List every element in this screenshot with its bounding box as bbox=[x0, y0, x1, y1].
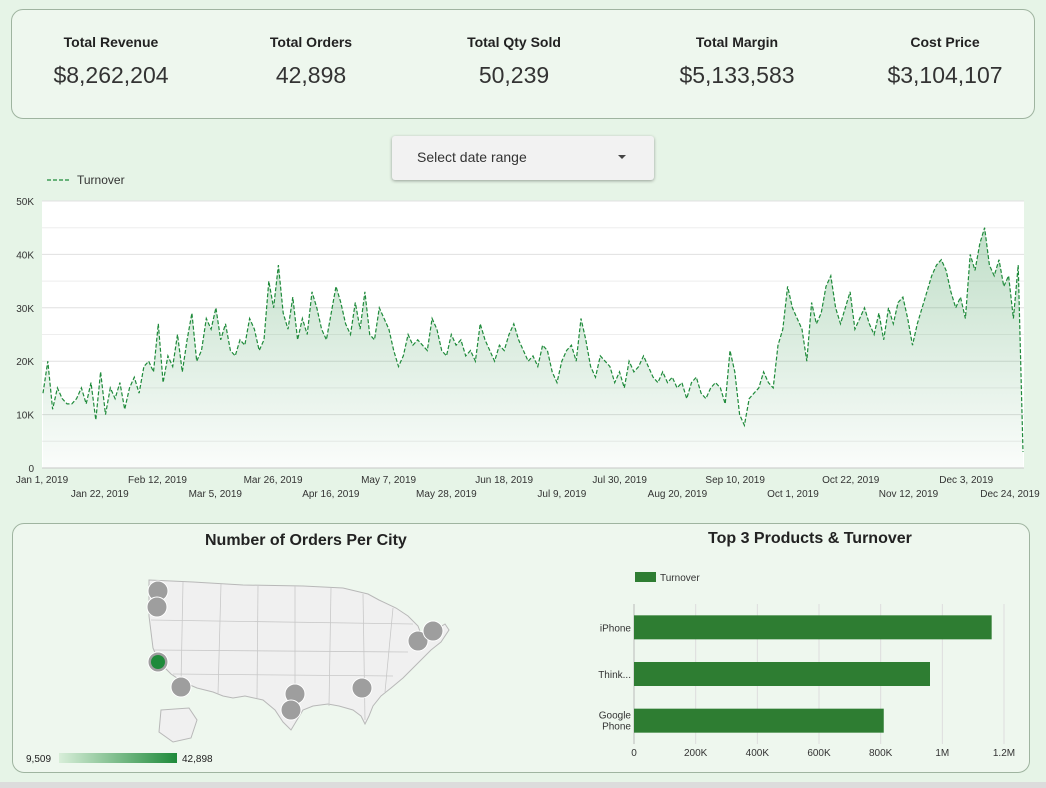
x-tick-label: May 28, 2019 bbox=[416, 489, 477, 500]
chevron-down-icon bbox=[618, 155, 626, 159]
turnover-line-chart: 010K20K30K40K50KJan 1, 2019 Feb 12, 2019 M… bbox=[16, 173, 1040, 500]
kpi-label: Total Orders bbox=[269, 34, 353, 50]
y-tick-label: 0 bbox=[28, 464, 34, 475]
category-label: iPhone bbox=[600, 623, 632, 634]
x-tick-label: 600K bbox=[807, 748, 831, 759]
x-tick-label: Jul 30, 2019 bbox=[592, 475, 647, 486]
kpi-total-margin: Total Margin $5,133,583 bbox=[652, 34, 822, 89]
x-tick-label: 400K bbox=[746, 748, 770, 759]
x-tick-label: Aug 20, 2019 bbox=[648, 489, 708, 500]
kpi-cost-price: Cost Price $3,104,107 bbox=[860, 34, 1030, 89]
date-range-label: Select date range bbox=[417, 149, 527, 165]
x-tick-label: Dec 24, 2019 bbox=[980, 489, 1040, 500]
x-tick-label: Sep 10, 2019 bbox=[705, 475, 765, 486]
x-tick-label: Apr 16, 2019 bbox=[302, 489, 360, 500]
y-tick-label: 10K bbox=[16, 411, 34, 422]
kpi-value: $5,133,583 bbox=[679, 62, 795, 88]
kpi-label: Total Margin bbox=[695, 34, 779, 50]
legend-swatch bbox=[635, 572, 656, 582]
kpi-label: Total Revenue bbox=[63, 34, 159, 50]
legend-label: Turnover bbox=[660, 573, 700, 584]
x-tick-label: 1M bbox=[935, 748, 949, 759]
x-tick-label: Dec 3, 2019 bbox=[939, 475, 993, 486]
date-range-select[interactable]: Select date range bbox=[392, 136, 654, 180]
x-tick-label: Mar 26, 2019 bbox=[244, 475, 303, 486]
kpi-value: $8,262,204 bbox=[53, 62, 169, 88]
page-bottom-edge bbox=[0, 782, 1046, 788]
bottom-panel: Number of Orders Per City Top 3 Products… bbox=[12, 523, 1030, 773]
y-tick-label: 50K bbox=[16, 197, 34, 208]
y-tick-label: 20K bbox=[16, 357, 34, 368]
kpi-total-qty-sold: Total Qty Sold 50,239 bbox=[439, 34, 589, 89]
x-tick-label: Jan 22, 2019 bbox=[71, 489, 129, 500]
x-tick-label: 0 bbox=[631, 748, 637, 759]
x-tick-label: 800K bbox=[869, 748, 893, 759]
category-label: Google Phone bbox=[599, 711, 632, 733]
x-tick-label: Mar 5, 2019 bbox=[189, 489, 243, 500]
x-tick-label: Oct 22, 2019 bbox=[822, 475, 880, 486]
kpi-label: Total Qty Sold bbox=[467, 34, 561, 50]
kpi-label: Cost Price bbox=[910, 34, 980, 50]
x-tick-label: May 7, 2019 bbox=[361, 475, 416, 486]
x-tick-label: 200K bbox=[684, 748, 708, 759]
x-tick-label: Jun 18, 2019 bbox=[475, 475, 533, 486]
legend-label: Turnover bbox=[77, 173, 125, 187]
kpi-total-orders: Total Orders 42,898 bbox=[236, 34, 386, 89]
kpi-value: 42,898 bbox=[275, 62, 347, 88]
product-bar bbox=[634, 708, 884, 733]
category-label: Think... bbox=[598, 670, 631, 681]
y-tick-label: 40K bbox=[16, 250, 34, 261]
kpi-total-revenue: Total Revenue $8,262,204 bbox=[37, 34, 185, 89]
x-tick-label: Feb 12, 2019 bbox=[128, 475, 187, 486]
x-tick-label: 1.2M bbox=[993, 748, 1015, 759]
kpi-value: 50,239 bbox=[478, 62, 550, 88]
x-tick-label: Nov 12, 2019 bbox=[879, 489, 939, 500]
x-tick-label: Oct 1, 2019 bbox=[767, 489, 819, 500]
kpi-value: $3,104,107 bbox=[887, 62, 1003, 88]
kpi-panel: Total Revenue $8,262,204 Total Orders 42… bbox=[11, 9, 1035, 119]
x-tick-label: Jan 1, 2019 bbox=[16, 475, 69, 486]
y-tick-label: 30K bbox=[16, 304, 34, 315]
top-products-bar-chart: 0 200K 400K 600K 800K 1M 1.2M iPhone Think... Goo… bbox=[598, 572, 1015, 759]
product-bar bbox=[634, 662, 930, 686]
product-bar bbox=[634, 615, 992, 640]
x-tick-label: Jul 9, 2019 bbox=[537, 489, 586, 500]
